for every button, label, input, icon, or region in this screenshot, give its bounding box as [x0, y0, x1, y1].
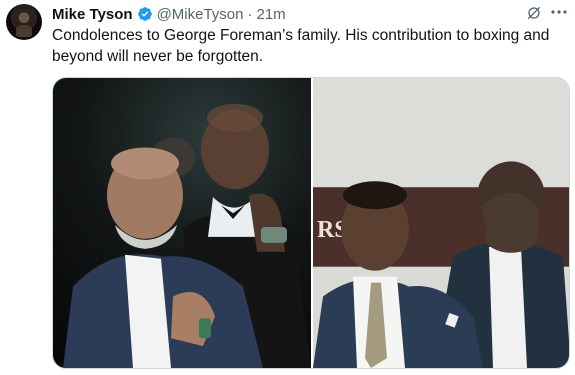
tweet-header: Mike Tyson @MikeTyson · 21m [52, 5, 286, 23]
post-time[interactable]: 21m [257, 6, 286, 23]
photo-left-illustration [63, 103, 311, 368]
avatar[interactable] [6, 4, 42, 40]
tweet-text: Condolences to George Foreman’s family. … [52, 27, 550, 65]
more-options-icon[interactable] [551, 10, 567, 14]
author-name[interactable]: Mike Tyson [52, 6, 133, 23]
photo-right-illustration: RS ΛCΛ [313, 78, 569, 368]
author-handle[interactable]: @MikeTyson [157, 6, 244, 23]
photo-right[interactable]: RS ΛCΛ [313, 78, 569, 368]
media-grid: RS ΛCΛ [52, 77, 570, 369]
separator-dot: · [247, 5, 253, 23]
verified-badge-icon [137, 7, 152, 21]
photo-left[interactable] [53, 78, 311, 368]
grok-icon[interactable] [526, 5, 542, 21]
tweet[interactable]: Mike Tyson @MikeTyson · 21m Condolences … [0, 0, 575, 375]
